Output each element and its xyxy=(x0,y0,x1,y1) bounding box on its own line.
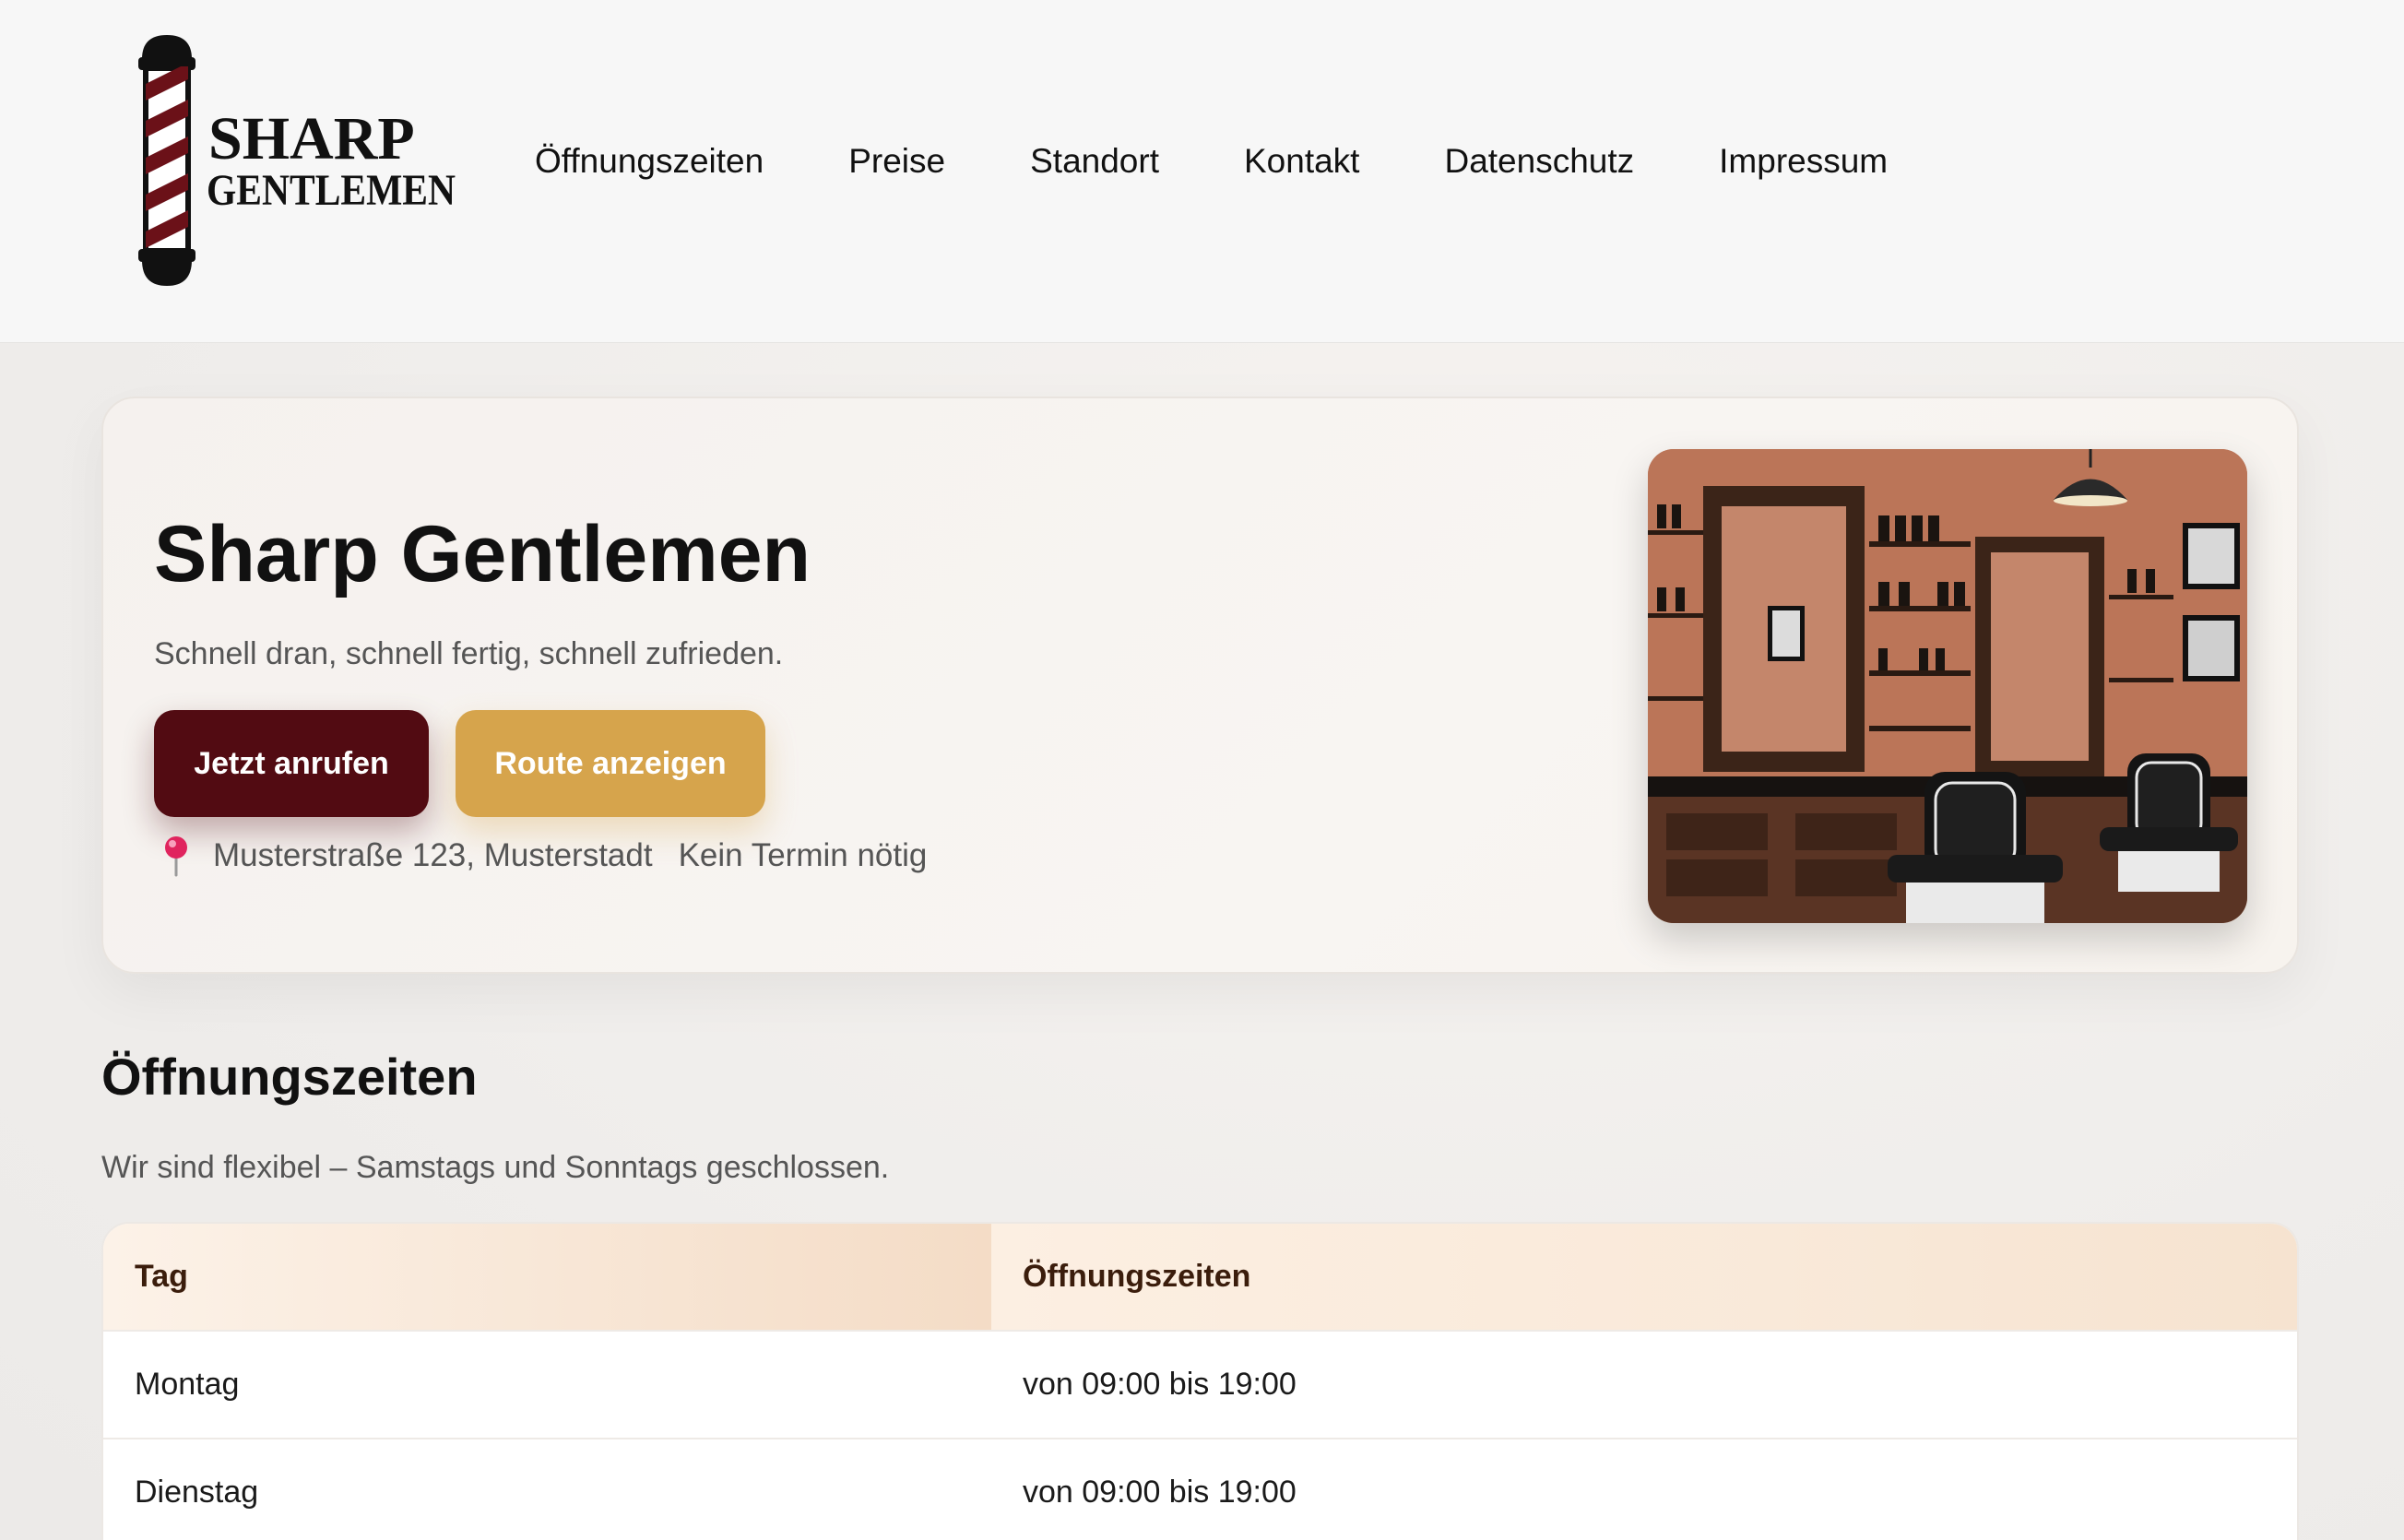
hero-card: Sharp Gentlemen Schnell dran, schnell fe… xyxy=(101,397,2299,974)
column-header-hours: Öffnungszeiten xyxy=(991,1224,2297,1330)
barbershop-interior-image xyxy=(1648,449,2247,923)
site-header: SHARP GENTLEMEN Öffnungszeiten Preise St… xyxy=(0,0,2404,343)
nav-item-oeffnungszeiten[interactable]: Öffnungszeiten xyxy=(535,142,764,181)
barbershop-photo xyxy=(1648,449,2247,923)
show-route-button[interactable]: Route anzeigen xyxy=(456,710,765,817)
cell-hours: von 09:00 bis 19:00 xyxy=(1023,1475,1297,1510)
cell-day: Montag xyxy=(135,1367,240,1402)
opening-hours-table: Tag Öffnungszeiten Montag von 09:00 bis … xyxy=(101,1222,2299,1540)
table-row: Montag von 09:00 bis 19:00 xyxy=(103,1330,2297,1438)
column-header-day: Tag xyxy=(103,1224,991,1330)
nav-item-datenschutz[interactable]: Datenschutz xyxy=(1444,142,1634,181)
cell-day: Dienstag xyxy=(135,1475,259,1510)
logo-text-sharp: SHARP xyxy=(208,105,415,172)
table-row: Dienstag von 09:00 bis 19:00 xyxy=(103,1438,2297,1540)
cell-hours: von 09:00 bis 19:00 xyxy=(1023,1367,1297,1402)
logo[interactable]: SHARP GENTLEMEN xyxy=(129,28,470,295)
no-appointment-note: Kein Termin nötig xyxy=(678,837,928,873)
nav-item-standort[interactable]: Standort xyxy=(1030,142,1159,181)
table-header: Tag Öffnungszeiten xyxy=(103,1224,2297,1330)
nav-item-preise[interactable]: Preise xyxy=(848,142,945,181)
logo-text-gentlemen: GENTLEMEN xyxy=(207,166,456,215)
barber-pole-logo-icon: SHARP GENTLEMEN xyxy=(138,35,456,286)
hours-title: Öffnungszeiten xyxy=(101,1048,478,1106)
map-pin-icon xyxy=(165,836,187,877)
nav-item-impressum[interactable]: Impressum xyxy=(1719,142,1888,181)
hours-subtitle: Wir sind flexibel – Samstags und Sonntag… xyxy=(101,1150,890,1185)
address-text: Musterstraße 123, Musterstadt xyxy=(213,837,653,873)
call-now-button[interactable]: Jetzt anrufen xyxy=(154,710,429,817)
nav-item-kontakt[interactable]: Kontakt xyxy=(1244,142,1359,181)
hero-meta: Musterstraße 123, Musterstadt Kein Termi… xyxy=(154,832,927,880)
hero-subtitle: Schnell dran, schnell fertig, schnell zu… xyxy=(154,636,784,671)
main-nav: Öffnungszeiten Preise Standort Kontakt D… xyxy=(535,129,1972,194)
hero-title: Sharp Gentlemen xyxy=(154,510,811,598)
